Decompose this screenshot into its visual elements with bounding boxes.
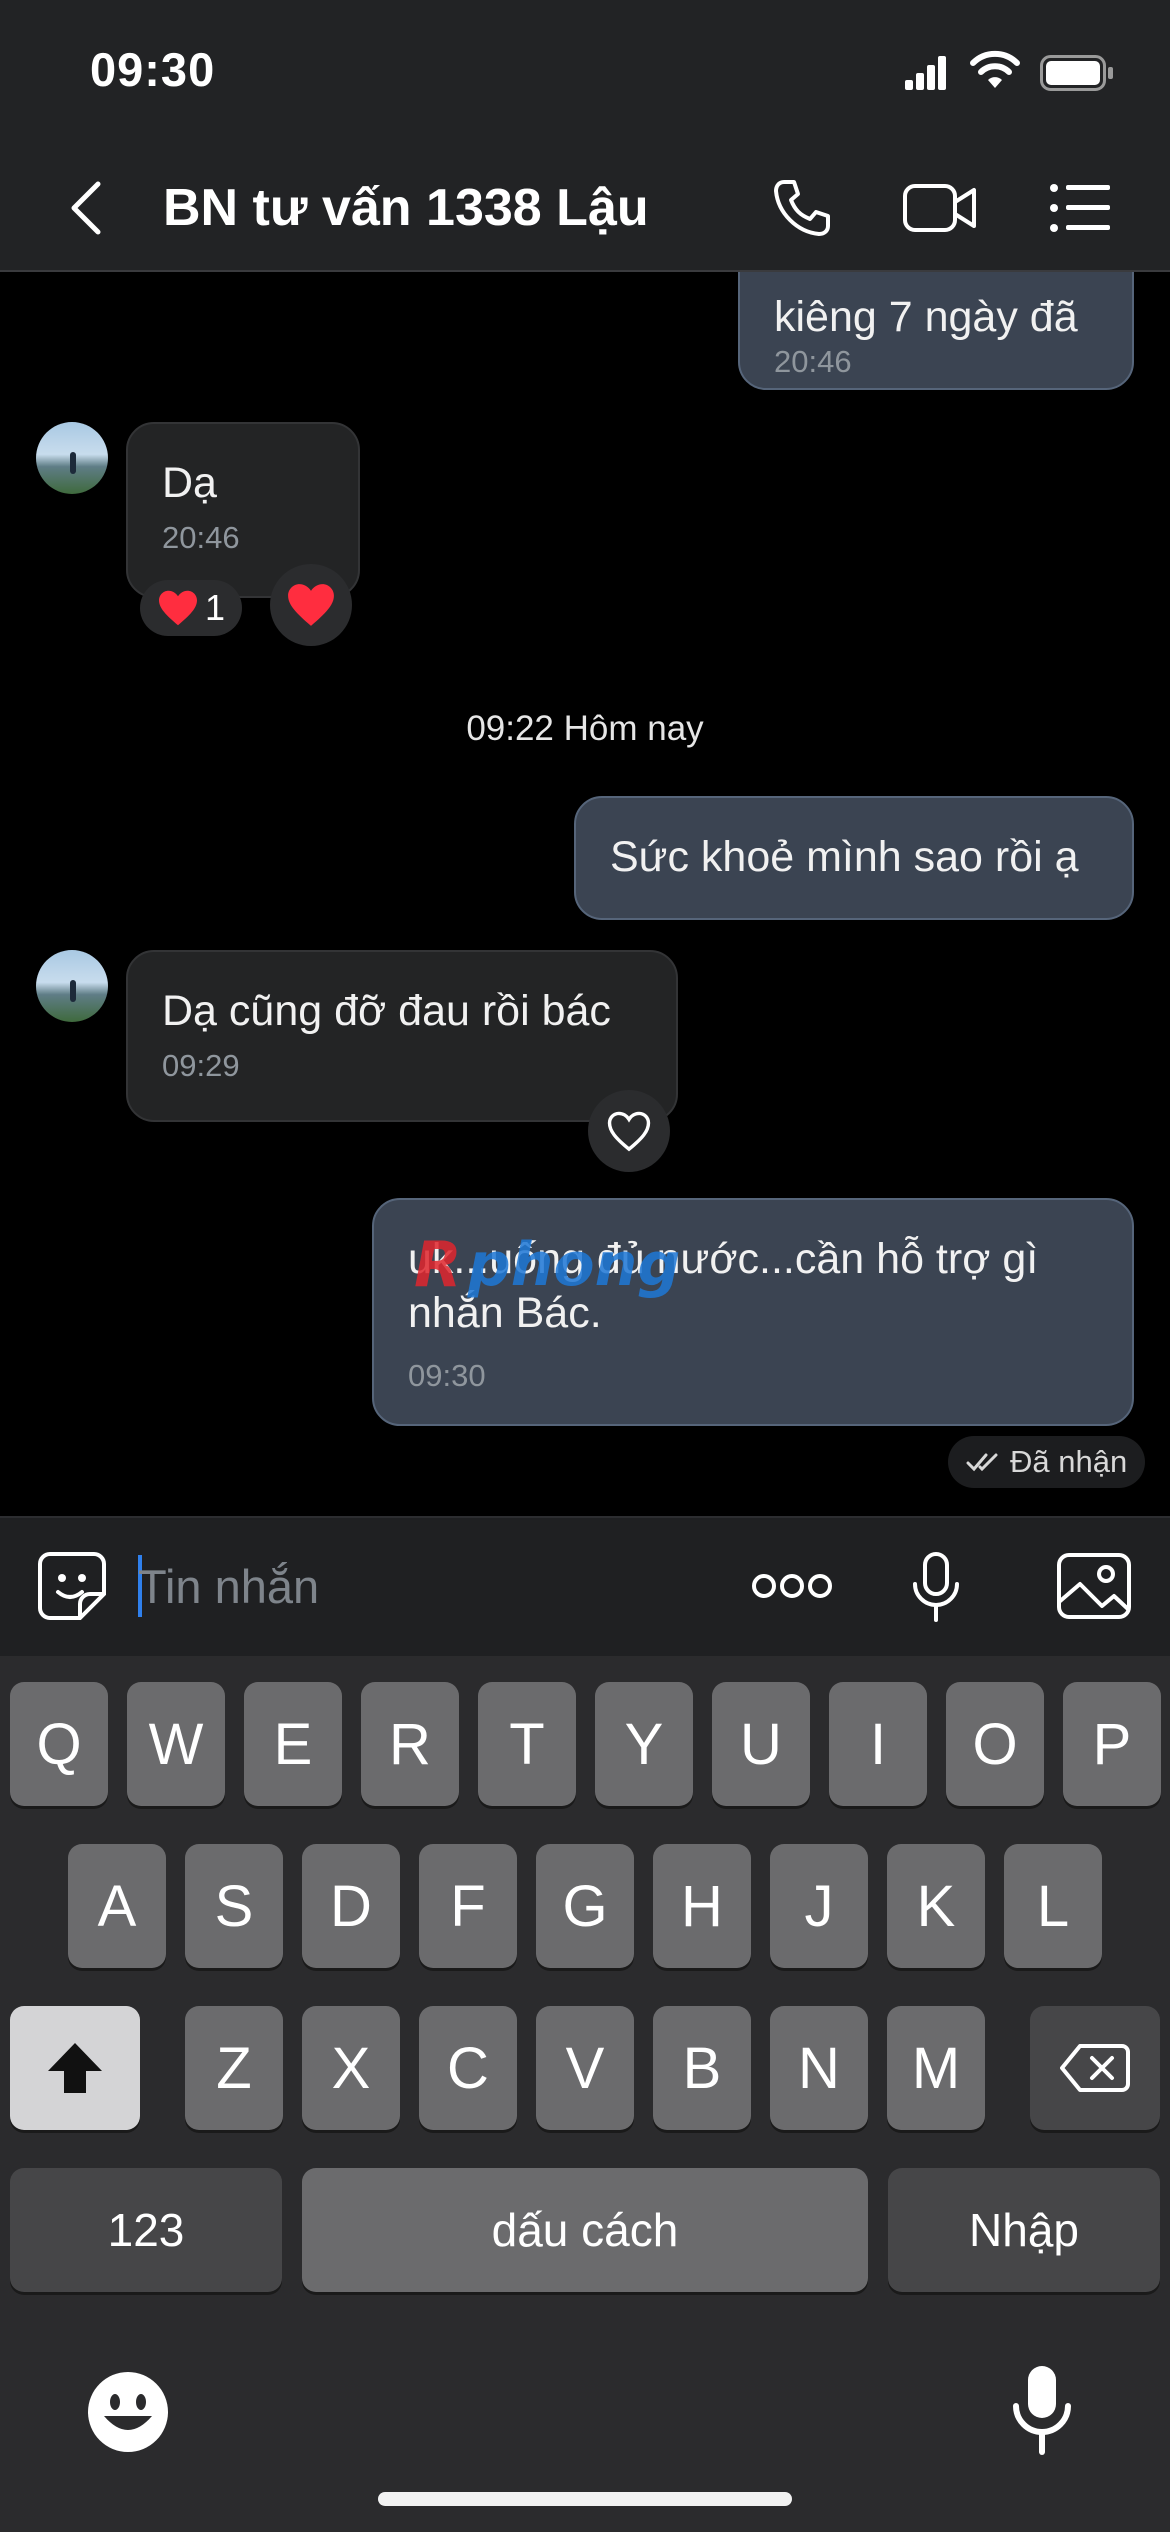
key-j[interactable]: J [770,1844,868,1968]
status-time: 09:30 [90,43,216,96]
key-p[interactable]: P [1063,1682,1161,1806]
phone-icon[interactable] [770,176,834,240]
key-h[interactable]: H [653,1844,751,1968]
key-s[interactable]: S [185,1844,283,1968]
message-text: Dạ [162,459,217,507]
reaction-button[interactable] [588,1090,670,1172]
key-o[interactable]: O [946,1682,1044,1806]
back-chevron-icon[interactable] [66,180,106,236]
message-text: Dạ cũng đỡ đau rồi bác [162,987,611,1035]
shift-key[interactable] [10,2006,140,2130]
delivery-status-text: Đã nhận [1010,1444,1128,1479]
key-f[interactable]: F [419,1844,517,1968]
heart-icon [288,584,334,626]
key-i[interactable]: I [829,1682,927,1806]
message-time: 20:46 [774,344,852,379]
double-check-icon [966,1453,998,1472]
backspace-key[interactable] [1030,2006,1160,2130]
key-k[interactable]: K [887,1844,985,1968]
message-bubble-outgoing[interactable]: uk...uống đủ nước...cần hỗ trợ gì nhắn B… [372,1198,1134,1426]
enter-key[interactable]: Nhập [888,2168,1160,2292]
message-input[interactable] [138,1548,698,1624]
numbers-key[interactable]: 123 [10,2168,282,2292]
reaction-count: 1 [204,587,226,628]
message-text: Sức khoẻ mình sao rồi ạ [610,833,1079,881]
heart-icon [158,590,197,626]
sticker-icon[interactable] [36,1550,108,1622]
cellular-signal-icon [905,56,946,90]
key-e[interactable]: E [244,1682,342,1806]
dictation-mic-icon[interactable] [1010,2362,1074,2458]
message-list[interactable]: kiêng 7 ngày đã 20:46 Dạ 20:46 1 09:22 H… [0,272,1170,1516]
message-time: 09:30 [408,1358,486,1393]
reaction-button[interactable] [270,564,352,646]
key-a[interactable]: A [68,1844,166,1968]
key-z[interactable]: Z [185,2006,283,2130]
message-time: 20:46 [162,520,240,555]
key-r[interactable]: R [361,1682,459,1806]
image-icon[interactable] [1056,1552,1132,1620]
avatar[interactable] [36,950,108,1022]
message-bubble-outgoing[interactable]: kiêng 7 ngày đã 20:46 [738,272,1134,390]
key-x[interactable]: X [302,2006,400,2130]
microphone-icon[interactable] [908,1550,964,1624]
key-b[interactable]: B [653,2006,751,2130]
watermark: R phong [414,1228,681,1301]
message-bubble-outgoing[interactable]: Sức khoẻ mình sao rồi ạ [574,796,1134,920]
key-d[interactable]: D [302,1844,400,1968]
chat-title[interactable]: BN tư vấn 1338 Lậu [163,178,649,238]
key-v[interactable]: V [536,2006,634,2130]
message-text: kiêng 7 ngày đã [774,293,1078,341]
key-m[interactable]: M [887,2006,985,2130]
wifi-icon [970,50,1020,88]
avatar[interactable] [36,422,108,494]
key-l[interactable]: L [1004,1844,1102,1968]
key-w[interactable]: W [127,1682,225,1806]
video-call-icon[interactable] [902,180,978,236]
space-key[interactable]: dấu cách [302,2168,868,2292]
shift-icon [48,2043,102,2093]
key-u[interactable]: U [712,1682,810,1806]
menu-list-icon[interactable] [1048,180,1112,236]
heart-outline-icon [607,1111,651,1152]
emoji-icon[interactable] [86,2370,170,2454]
key-g[interactable]: G [536,1844,634,1968]
backspace-icon [1060,2044,1130,2092]
delivery-status: Đã nhận [948,1436,1146,1488]
home-indicator [378,2492,792,2506]
key-c[interactable]: C [419,2006,517,2130]
key-y[interactable]: Y [595,1682,693,1806]
key-q[interactable]: Q [10,1682,108,1806]
battery-icon [1040,55,1113,91]
date-separator: 09:22 Hôm nay [466,709,704,748]
more-options-icon[interactable] [750,1570,834,1602]
message-bubble-incoming[interactable]: Dạ cũng đỡ đau rồi bác 09:29 [126,950,678,1122]
message-time: 09:29 [162,1048,240,1083]
reaction-badge[interactable]: 1 [140,580,242,636]
key-t[interactable]: T [478,1682,576,1806]
key-n[interactable]: N [770,2006,868,2130]
